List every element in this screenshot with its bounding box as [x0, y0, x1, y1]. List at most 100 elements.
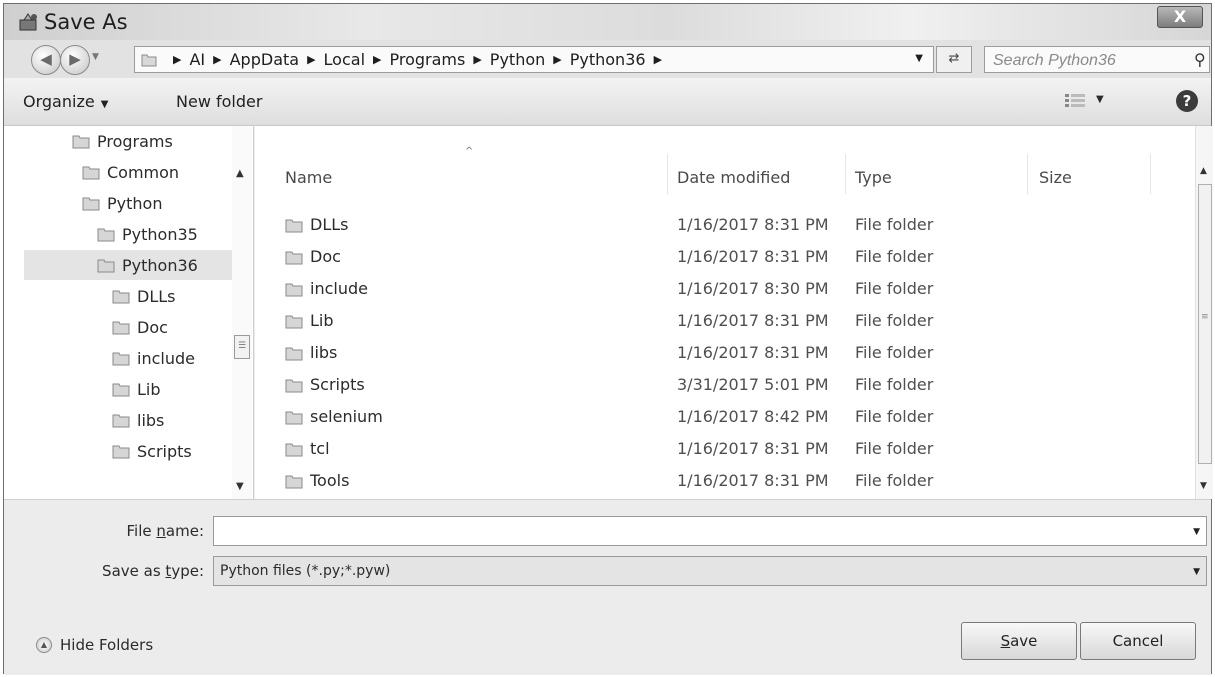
file-type: File folder — [855, 247, 934, 266]
refresh-button[interactable]: ⇄ — [936, 46, 972, 73]
file-type: File folder — [855, 375, 934, 394]
column-header-name[interactable]: Name — [285, 168, 332, 187]
collapse-icon: ▲ — [36, 637, 52, 653]
file-type: File folder — [855, 279, 934, 298]
nav-item-python35[interactable]: Python35 — [97, 219, 198, 249]
column-header-type[interactable]: Type — [855, 168, 892, 187]
nav-item-include[interactable]: include — [112, 343, 195, 373]
command-toolbar: Organize ▼ New folder ▼ ? — [4, 78, 1211, 126]
address-history-dropdown[interactable]: ▼ — [915, 53, 923, 64]
new-folder-button[interactable]: New folder — [176, 92, 262, 111]
chevron-down-icon: ▼ — [100, 99, 109, 110]
file-row[interactable]: tcl 1/16/2017 8:31 PM File folder — [255, 433, 1195, 465]
column-divider[interactable] — [1027, 154, 1028, 194]
breadcrumb-programs[interactable]: Programs ▶ — [389, 50, 489, 69]
nav-item-lib[interactable]: Lib — [112, 374, 161, 404]
folder-icon — [285, 283, 303, 296]
nav-item-doc[interactable]: Doc — [112, 312, 168, 342]
folder-icon — [72, 135, 90, 149]
save-button[interactable]: Save — [961, 622, 1077, 660]
file-type: File folder — [855, 311, 934, 330]
file-date: 1/16/2017 8:30 PM — [677, 279, 829, 298]
file-name: Tools — [310, 471, 350, 490]
close-button[interactable]: X — [1157, 6, 1203, 28]
folder-icon — [82, 197, 100, 211]
chevron-down-icon[interactable]: ▼ — [1193, 527, 1200, 537]
folder-icon — [285, 411, 303, 424]
nav-item-libs[interactable]: libs — [112, 405, 164, 435]
scroll-up-arrow-icon[interactable]: ▲ — [236, 168, 244, 179]
nav-item-programs[interactable]: Programs — [72, 126, 173, 156]
column-header-date-modified[interactable]: Date modified — [677, 168, 790, 187]
file-type: File folder — [855, 439, 934, 458]
sort-ascending-icon: ^ — [465, 146, 474, 157]
forward-arrow-icon: ▶ — [69, 50, 81, 68]
file-row[interactable]: Lib 1/16/2017 8:31 PM File folder — [255, 305, 1195, 337]
address-bar[interactable]: ▶ AI ▶ AppData ▶ Local ▶ Programs ▶ Python ▶ … — [134, 46, 934, 73]
file-row[interactable]: include 1/16/2017 8:30 PM File folder — [255, 273, 1195, 305]
file-name: include — [310, 279, 368, 298]
column-divider[interactable] — [1150, 154, 1151, 194]
navigation-pane: Programs Common Python Python35 Python36… — [4, 126, 254, 499]
window-title: Save As — [44, 10, 128, 34]
nav-item-common[interactable]: Common — [82, 157, 179, 187]
cancel-button[interactable]: Cancel — [1080, 622, 1196, 660]
forward-button[interactable]: ▶ — [60, 45, 90, 75]
file-date: 1/16/2017 8:31 PM — [677, 311, 829, 330]
breadcrumb-local[interactable]: Local ▶ — [324, 50, 390, 69]
search-input[interactable] — [984, 46, 1210, 73]
back-arrow-icon: ◀ — [40, 50, 52, 68]
file-list-scrollbar[interactable]: ▲ ≡ ▼ — [1195, 126, 1213, 499]
view-dropdown-chevron-icon[interactable]: ▼ — [1096, 94, 1104, 105]
nav-item-scripts[interactable]: Scripts — [112, 436, 192, 466]
breadcrumb-python36[interactable]: Python36 ▶ — [570, 50, 670, 69]
file-row[interactable]: libs 1/16/2017 8:31 PM File folder — [255, 337, 1195, 369]
nav-item-python36[interactable]: Python36 — [24, 250, 232, 280]
file-list: ^ Name Date modified Type Size DLLs 1/16… — [255, 126, 1213, 499]
scroll-down-arrow-icon[interactable]: ▼ — [1200, 481, 1207, 491]
column-divider[interactable] — [845, 154, 846, 194]
file-name: DLLs — [310, 215, 349, 234]
column-divider[interactable] — [667, 154, 668, 194]
nav-pane-scrollbar[interactable]: ▲ ☰ ▼ — [232, 126, 252, 499]
file-row[interactable]: Doc 1/16/2017 8:31 PM File folder — [255, 241, 1195, 273]
folder-icon — [285, 251, 303, 264]
file-date: 1/16/2017 8:31 PM — [677, 471, 829, 490]
address-row: ◀ ▶ ▼ ▶ AI ▶ AppData ▶ Local ▶ Programs ▶ Py… — [4, 40, 1211, 78]
scrollbar-thumb[interactable]: ☰ — [234, 335, 250, 359]
file-date: 1/16/2017 8:31 PM — [677, 247, 829, 266]
view-options-icon[interactable] — [1064, 92, 1086, 110]
save-as-type-label: Save as type: — [102, 562, 204, 580]
save-form: File name: ▼ Save as type: Python files … — [4, 499, 1211, 675]
scroll-up-arrow-icon[interactable]: ▲ — [1200, 166, 1207, 176]
breadcrumb-python[interactable]: Python ▶ — [490, 50, 570, 69]
chevron-down-icon[interactable]: ▼ — [1193, 567, 1200, 577]
organize-menu-button[interactable]: Organize ▼ — [23, 92, 108, 111]
folder-icon — [285, 379, 303, 392]
scrollbar-thumb[interactable] — [1198, 184, 1212, 464]
file-row[interactable]: Tools 1/16/2017 8:31 PM File folder — [255, 465, 1195, 497]
save-as-type-select[interactable]: Python files (*.py;*.pyw) ▼ — [213, 556, 1207, 586]
file-date: 1/16/2017 8:31 PM — [677, 215, 829, 234]
file-name-field[interactable]: ▼ — [213, 516, 1207, 546]
file-row[interactable]: Scripts 3/31/2017 5:01 PM File folder — [255, 369, 1195, 401]
breadcrumb-root-arrow[interactable]: ▶ — [165, 53, 189, 66]
folder-icon — [285, 475, 303, 488]
search-icon[interactable]: ⚲ — [1194, 50, 1206, 69]
nav-item-python[interactable]: Python — [82, 188, 162, 218]
help-icon[interactable]: ? — [1176, 90, 1198, 112]
title-bar: Save As X — [4, 4, 1211, 40]
nav-item-dlls[interactable]: DLLs — [112, 281, 175, 311]
file-row[interactable]: DLLs 1/16/2017 8:31 PM File folder — [255, 209, 1195, 241]
folder-icon — [82, 166, 100, 180]
breadcrumb-ai[interactable]: AI ▶ — [189, 50, 229, 69]
column-header-size[interactable]: Size — [1039, 168, 1072, 187]
scroll-down-arrow-icon[interactable]: ▼ — [236, 481, 244, 492]
hide-folders-toggle[interactable]: ▲ Hide Folders — [36, 636, 153, 654]
recent-pages-dropdown[interactable]: ▼ — [92, 52, 99, 62]
breadcrumb-appdata[interactable]: AppData ▶ — [230, 50, 324, 69]
folder-icon — [112, 352, 130, 366]
back-button[interactable]: ◀ — [31, 45, 61, 75]
file-date: 1/16/2017 8:31 PM — [677, 343, 829, 362]
file-row[interactable]: selenium 1/16/2017 8:42 PM File folder — [255, 401, 1195, 433]
